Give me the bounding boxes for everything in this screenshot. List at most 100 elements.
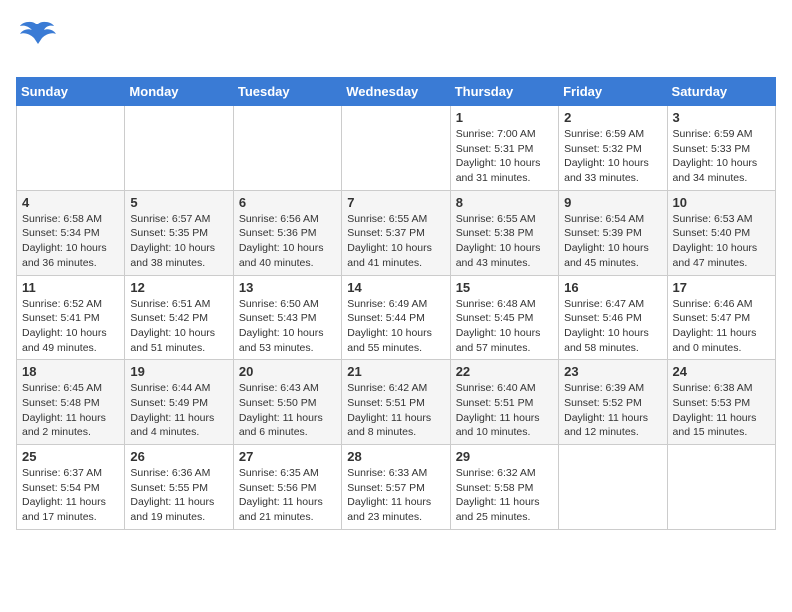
weekday-header-cell: Saturday [667,78,775,106]
cell-info: Sunrise: 6:52 AM Sunset: 5:41 PM Dayligh… [22,297,119,356]
calendar-cell: 19 Sunrise: 6:44 AM Sunset: 5:49 PM Dayli… [125,360,233,445]
weekday-header-cell: Friday [559,78,667,106]
calendar-table: SundayMondayTuesdayWednesdayThursdayFrid… [16,77,776,530]
weekday-header-cell: Tuesday [233,78,341,106]
day-number: 7 [347,195,444,210]
day-number: 21 [347,364,444,379]
calendar-week-row: 11 Sunrise: 6:52 AM Sunset: 5:41 PM Dayli… [17,275,776,360]
calendar-cell: 12Sunrise: 6:51 AM Sunset: 5:42 PM Dayli… [125,275,233,360]
calendar-cell: 5Sunrise: 6:57 AM Sunset: 5:35 PM Daylig… [125,190,233,275]
day-number: 19 [130,364,227,379]
calendar-cell: 2 Sunrise: 6:59 AM Sunset: 5:32 PM Daylig… [559,106,667,191]
day-number: 23 [564,364,661,379]
cell-info: Sunrise: 6:54 AM Sunset: 5:39 PM Dayligh… [564,212,661,271]
cell-info: Sunrise: 6:59 AM Sunset: 5:32 PM Dayligh… [564,127,661,186]
day-number: 27 [239,449,336,464]
cell-info: Sunrise: 6:43 AM Sunset: 5:50 PM Dayligh… [239,381,336,440]
calendar-cell [233,106,341,191]
cell-info: Sunrise: 6:59 AM Sunset: 5:33 PM Dayligh… [673,127,770,186]
calendar-cell: 28Sunrise: 6:33 AM Sunset: 5:57 PM Dayli… [342,445,450,530]
cell-info: Sunrise: 6:42 AM Sunset: 5:51 PM Dayligh… [347,381,444,440]
calendar-week-row: 1 Sunrise: 7:00 AM Sunset: 5:31 PM Daylig… [17,106,776,191]
calendar-cell: 6 Sunrise: 6:56 AM Sunset: 5:36 PM Daylig… [233,190,341,275]
calendar-cell [342,106,450,191]
page-header [16,16,776,65]
day-number: 26 [130,449,227,464]
cell-info: Sunrise: 6:53 AM Sunset: 5:40 PM Dayligh… [673,212,770,271]
day-number: 1 [456,110,553,125]
day-number: 20 [239,364,336,379]
cell-info: Sunrise: 6:57 AM Sunset: 5:35 PM Dayligh… [130,212,227,271]
day-number: 8 [456,195,553,210]
logo [16,16,62,65]
day-number: 4 [22,195,119,210]
cell-info: Sunrise: 6:40 AM Sunset: 5:51 PM Dayligh… [456,381,553,440]
logo-icon [16,16,60,65]
cell-info: Sunrise: 6:55 AM Sunset: 5:37 PM Dayligh… [347,212,444,271]
calendar-cell: 17 Sunrise: 6:46 AM Sunset: 5:47 PM Dayli… [667,275,775,360]
calendar-cell: 9 Sunrise: 6:54 AM Sunset: 5:39 PM Daylig… [559,190,667,275]
calendar-cell [667,445,775,530]
day-number: 11 [22,280,119,295]
calendar-cell: 25 Sunrise: 6:37 AM Sunset: 5:54 PM Dayli… [17,445,125,530]
calendar-week-row: 25 Sunrise: 6:37 AM Sunset: 5:54 PM Dayli… [17,445,776,530]
calendar-cell [559,445,667,530]
weekday-header-cell: Thursday [450,78,558,106]
day-number: 9 [564,195,661,210]
calendar-body: 1 Sunrise: 7:00 AM Sunset: 5:31 PM Daylig… [17,106,776,530]
calendar-cell: 15 Sunrise: 6:48 AM Sunset: 5:45 PM Dayli… [450,275,558,360]
calendar-cell: 29 Sunrise: 6:32 AM Sunset: 5:58 PM Dayli… [450,445,558,530]
cell-info: Sunrise: 6:35 AM Sunset: 5:56 PM Dayligh… [239,466,336,525]
calendar-cell: 4 Sunrise: 6:58 AM Sunset: 5:34 PM Daylig… [17,190,125,275]
calendar-cell: 8 Sunrise: 6:55 AM Sunset: 5:38 PM Daylig… [450,190,558,275]
calendar-cell: 7 Sunrise: 6:55 AM Sunset: 5:37 PM Daylig… [342,190,450,275]
day-number: 3 [673,110,770,125]
cell-info: Sunrise: 6:32 AM Sunset: 5:58 PM Dayligh… [456,466,553,525]
calendar-cell: 24 Sunrise: 6:38 AM Sunset: 5:53 PM Dayli… [667,360,775,445]
cell-info: Sunrise: 6:56 AM Sunset: 5:36 PM Dayligh… [239,212,336,271]
cell-info: Sunrise: 6:55 AM Sunset: 5:38 PM Dayligh… [456,212,553,271]
cell-info: Sunrise: 6:36 AM Sunset: 5:55 PM Dayligh… [130,466,227,525]
calendar-cell: 16 Sunrise: 6:47 AM Sunset: 5:46 PM Dayli… [559,275,667,360]
calendar-cell [125,106,233,191]
calendar-cell: 27 Sunrise: 6:35 AM Sunset: 5:56 PM Dayli… [233,445,341,530]
calendar-cell: 10 Sunrise: 6:53 AM Sunset: 5:40 PM Dayli… [667,190,775,275]
day-number: 10 [673,195,770,210]
calendar-cell: 14Sunrise: 6:49 AM Sunset: 5:44 PM Dayli… [342,275,450,360]
day-number: 2 [564,110,661,125]
cell-info: Sunrise: 6:44 AM Sunset: 5:49 PM Dayligh… [130,381,227,440]
calendar-cell [17,106,125,191]
day-number: 25 [22,449,119,464]
cell-info: Sunrise: 6:51 AM Sunset: 5:42 PM Dayligh… [130,297,227,356]
cell-info: Sunrise: 6:39 AM Sunset: 5:52 PM Dayligh… [564,381,661,440]
day-number: 13 [239,280,336,295]
cell-info: Sunrise: 6:47 AM Sunset: 5:46 PM Dayligh… [564,297,661,356]
cell-info: Sunrise: 6:48 AM Sunset: 5:45 PM Dayligh… [456,297,553,356]
cell-info: Sunrise: 6:45 AM Sunset: 5:48 PM Dayligh… [22,381,119,440]
weekday-header-cell: Wednesday [342,78,450,106]
calendar-cell: 26 Sunrise: 6:36 AM Sunset: 5:55 PM Dayli… [125,445,233,530]
calendar-cell: 23 Sunrise: 6:39 AM Sunset: 5:52 PM Dayli… [559,360,667,445]
calendar-cell: 20 Sunrise: 6:43 AM Sunset: 5:50 PM Dayli… [233,360,341,445]
weekday-header-cell: Monday [125,78,233,106]
cell-info: Sunrise: 6:37 AM Sunset: 5:54 PM Dayligh… [22,466,119,525]
cell-info: Sunrise: 6:33 AM Sunset: 5:57 PM Dayligh… [347,466,444,525]
day-number: 15 [456,280,553,295]
day-number: 24 [673,364,770,379]
cell-info: Sunrise: 6:50 AM Sunset: 5:43 PM Dayligh… [239,297,336,356]
calendar-cell: 1 Sunrise: 7:00 AM Sunset: 5:31 PM Daylig… [450,106,558,191]
day-number: 14 [347,280,444,295]
day-number: 29 [456,449,553,464]
day-number: 16 [564,280,661,295]
calendar-week-row: 4 Sunrise: 6:58 AM Sunset: 5:34 PM Daylig… [17,190,776,275]
weekday-header-row: SundayMondayTuesdayWednesdayThursdayFrid… [17,78,776,106]
cell-info: Sunrise: 6:46 AM Sunset: 5:47 PM Dayligh… [673,297,770,356]
cell-info: Sunrise: 6:38 AM Sunset: 5:53 PM Dayligh… [673,381,770,440]
day-number: 6 [239,195,336,210]
cell-info: Sunrise: 7:00 AM Sunset: 5:31 PM Dayligh… [456,127,553,186]
day-number: 18 [22,364,119,379]
cell-info: Sunrise: 6:58 AM Sunset: 5:34 PM Dayligh… [22,212,119,271]
day-number: 17 [673,280,770,295]
calendar-cell: 22Sunrise: 6:40 AM Sunset: 5:51 PM Dayli… [450,360,558,445]
calendar-cell: 21 Sunrise: 6:42 AM Sunset: 5:51 PM Dayli… [342,360,450,445]
